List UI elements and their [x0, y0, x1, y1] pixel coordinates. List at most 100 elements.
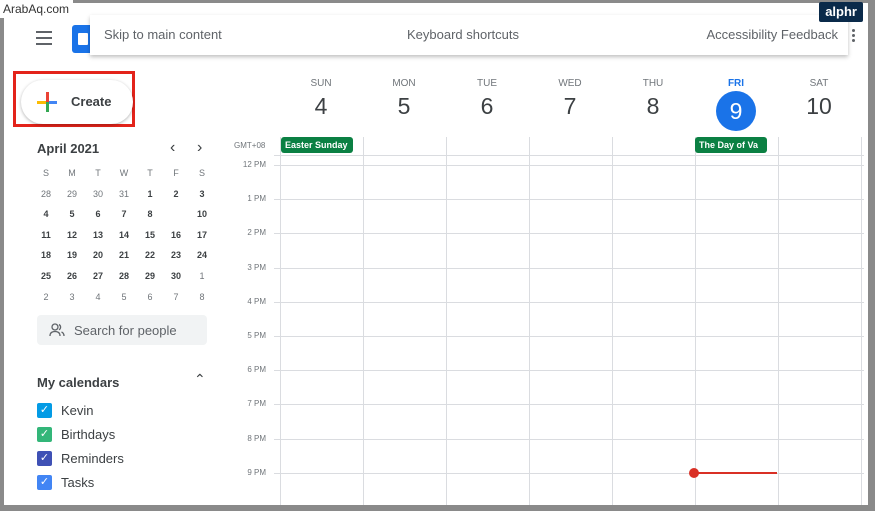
mini-day[interactable]: 24 — [189, 245, 215, 266]
mini-day[interactable]: 7 — [111, 204, 137, 225]
day-column-divider — [446, 137, 447, 505]
day-number[interactable]: 4 — [280, 93, 362, 119]
day-name: FRI — [727, 78, 745, 89]
mini-day[interactable]: 4 — [33, 204, 59, 225]
day-name: THU — [642, 78, 664, 89]
hour-label: 4 PM — [247, 297, 266, 306]
skip-to-main-link[interactable]: Skip to main content — [104, 27, 222, 42]
mini-dow-label: S — [42, 168, 49, 178]
mini-day[interactable]: 27 — [85, 266, 111, 287]
mini-dow-label: T — [147, 168, 153, 178]
mini-day[interactable]: 6 — [85, 204, 111, 225]
mini-day[interactable]: 14 — [111, 225, 137, 246]
day-header-wed[interactable]: WED 7 — [529, 78, 611, 119]
calendar-item-label: Kevin — [61, 403, 94, 418]
mini-day[interactable]: 5 — [59, 204, 85, 225]
day-column-divider — [861, 137, 862, 505]
day-name: WED — [558, 78, 582, 89]
day-header-fri[interactable]: FRI 9 — [695, 78, 777, 131]
mini-day[interactable]: 2 — [163, 184, 189, 205]
mini-day[interactable]: 30 — [85, 184, 111, 205]
mini-day[interactable]: 28 — [33, 184, 59, 205]
day-number-today[interactable]: 9 — [716, 91, 756, 131]
mini-day[interactable]: 29 — [137, 266, 163, 287]
day-number[interactable]: 5 — [363, 93, 445, 119]
day-header-tue[interactable]: TUE 6 — [446, 78, 528, 119]
hour-label: 12 PM — [242, 160, 266, 169]
mini-day[interactable]: 26 — [59, 266, 85, 287]
mini-day[interactable]: 28 — [111, 266, 137, 287]
hour-label: 9 PM — [247, 468, 266, 477]
mini-day[interactable]: 19 — [59, 245, 85, 266]
keyboard-shortcuts-link[interactable]: Keyboard shortcuts — [407, 27, 519, 42]
mini-calendar-title: April 2021 — [37, 141, 100, 156]
mini-day-today[interactable]: 9 — [163, 204, 189, 225]
mini-day[interactable]: 2 — [33, 287, 59, 308]
mini-day[interactable]: 18 — [33, 245, 59, 266]
day-number[interactable]: 6 — [446, 93, 528, 119]
mini-day[interactable]: 25 — [33, 266, 59, 287]
hour-gridline — [274, 165, 864, 166]
mini-day[interactable]: 3 — [59, 287, 85, 308]
day-header-mon[interactable]: MON 5 — [363, 78, 445, 119]
hour-gridline — [274, 233, 864, 234]
mini-day[interactable]: 3 — [189, 184, 215, 205]
timezone-label: GMT+08 — [234, 141, 266, 150]
hour-gridline — [274, 199, 864, 200]
my-calendars-heading[interactable]: My calendars — [37, 375, 119, 390]
mini-dow-label: W — [119, 168, 129, 178]
main-menu-icon[interactable] — [36, 31, 52, 45]
apps-grid-icon[interactable] — [852, 29, 864, 45]
mini-day[interactable]: 22 — [137, 245, 163, 266]
people-icon — [49, 323, 65, 337]
day-number[interactable]: 10 — [778, 93, 860, 119]
day-header-thu[interactable]: THU 8 — [612, 78, 694, 119]
mini-day[interactable]: 16 — [163, 225, 189, 246]
chevron-left-icon[interactable]: ‹ — [170, 139, 175, 157]
day-column-divider — [529, 137, 530, 505]
mini-day[interactable]: 12 — [59, 225, 85, 246]
mini-day[interactable]: 1 — [137, 184, 163, 205]
mini-day[interactable]: 17 — [189, 225, 215, 246]
mini-day[interactable]: 5 — [111, 287, 137, 308]
chevron-up-icon[interactable]: ⌃ — [194, 371, 206, 388]
hour-gridline — [274, 336, 864, 337]
hour-label: 2 PM — [247, 228, 266, 237]
day-header-sat[interactable]: SAT 10 — [778, 78, 860, 119]
current-time-dot — [689, 468, 699, 478]
checkbox-checked-icon[interactable]: ✓ — [37, 475, 52, 490]
mini-day[interactable]: 13 — [85, 225, 111, 246]
chevron-right-icon[interactable]: › — [197, 139, 202, 157]
accessibility-feedback-link[interactable]: Accessibility Feedback — [707, 27, 839, 42]
mini-day[interactable]: 30 — [163, 266, 189, 287]
mini-day[interactable]: 29 — [59, 184, 85, 205]
mini-day[interactable]: 1 — [189, 266, 215, 287]
day-header-sun[interactable]: SUN 4 — [280, 78, 362, 119]
mini-day[interactable]: 21 — [111, 245, 137, 266]
all-day-divider — [274, 155, 864, 156]
current-time-line — [694, 472, 777, 474]
checkbox-checked-icon[interactable]: ✓ — [37, 427, 52, 442]
create-button[interactable]: Create — [21, 80, 133, 124]
mini-day[interactable]: 8 — [189, 287, 215, 308]
all-day-event[interactable]: The Day of Va — [695, 137, 767, 153]
day-number[interactable]: 8 — [612, 93, 694, 119]
all-day-event[interactable]: Easter Sunday — [281, 137, 353, 153]
checkbox-checked-icon[interactable]: ✓ — [37, 451, 52, 466]
mini-day[interactable]: 11 — [33, 225, 59, 246]
mini-day[interactable]: 8 — [137, 204, 163, 225]
mini-day[interactable]: 23 — [163, 245, 189, 266]
checkbox-checked-icon[interactable]: ✓ — [37, 403, 52, 418]
mini-day[interactable]: 15 — [137, 225, 163, 246]
mini-day[interactable]: 10 — [189, 204, 215, 225]
search-people-input[interactable]: Search for people — [37, 315, 207, 345]
calendar-logo-icon[interactable] — [72, 25, 92, 53]
mini-day[interactable]: 6 — [137, 287, 163, 308]
day-column-divider — [695, 137, 696, 505]
hour-gridline — [274, 439, 864, 440]
mini-day[interactable]: 4 — [85, 287, 111, 308]
mini-day[interactable]: 20 — [85, 245, 111, 266]
day-number[interactable]: 7 — [529, 93, 611, 119]
mini-day[interactable]: 7 — [163, 287, 189, 308]
mini-day[interactable]: 31 — [111, 184, 137, 205]
